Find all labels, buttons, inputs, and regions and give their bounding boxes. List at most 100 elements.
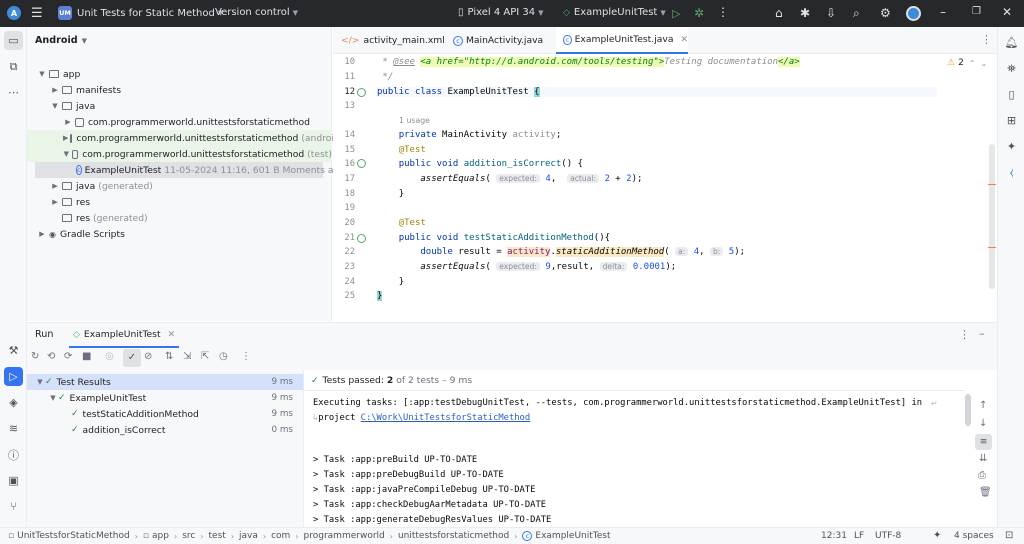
project-path-link[interactable]: C:\Work\UnitTestsforStaticMethod: [361, 413, 530, 423]
project-tool-icon[interactable]: ▭: [4, 31, 23, 50]
line-separator[interactable]: LF: [854, 531, 864, 541]
tree-item[interactable]: ▶ manifests: [27, 82, 332, 98]
tree-item[interactable]: ▼ com.programmerworld.unittestsforstaticm…: [27, 146, 332, 162]
tree-item[interactable]: ▶ com.programmerworld.unittestsforstaticm…: [27, 114, 332, 130]
more-icon[interactable]: ⋮: [241, 351, 251, 362]
debug-icon[interactable]: ✲: [694, 6, 704, 20]
inspection-widget[interactable]: ⚠ 2 ⌃ ⌄: [947, 58, 987, 68]
device-selector[interactable]: ▯ Pixel 4 API 34 ▼: [458, 7, 543, 18]
device-manager-icon[interactable]: ▯: [1002, 85, 1021, 104]
usage-hint[interactable]: 1 usage: [399, 116, 430, 125]
app-quality-icon[interactable]: ◈: [4, 393, 23, 412]
version-control-icon[interactable]: ⑂: [4, 497, 23, 516]
project-view-selector[interactable]: Android ▼: [35, 35, 87, 46]
sdk-manager-icon[interactable]: ⇩: [826, 6, 836, 20]
tree-item[interactable]: c ExampleUnitTest 11-05-2024 11:16, 601 B …: [35, 162, 345, 178]
problems-icon[interactable]: ⓘ: [4, 445, 23, 464]
breadcrumb-item[interactable]: src: [182, 531, 195, 541]
chevron-right-icon[interactable]: ▶: [50, 198, 60, 206]
notifications-icon[interactable]: 🔔︎: [1002, 33, 1021, 52]
history-icon[interactable]: ◷: [219, 351, 228, 362]
tab-activity-main-xml[interactable]: </> activity_main.xml: [341, 27, 445, 54]
run-test-gutter-icon[interactable]: [357, 234, 366, 243]
tree-item[interactable]: ▶ java (generated): [27, 178, 332, 194]
toggle-autotest-icon[interactable]: ⟳: [64, 351, 72, 362]
test-result-row[interactable]: ▼ ✓ ExampleUnitTest 9 ms: [27, 390, 303, 406]
breadcrumb-item[interactable]: unittestsforstaticmethod: [398, 531, 509, 541]
chevron-right-icon[interactable]: ▶: [50, 182, 60, 190]
run-tool-icon[interactable]: ▷: [4, 367, 23, 386]
chevron-up-icon[interactable]: ⌃: [969, 59, 976, 68]
gradle-sync-icon[interactable]: ⌂: [775, 6, 783, 20]
breadcrumb-item[interactable]: java: [239, 531, 258, 541]
close-tab-icon[interactable]: ✕: [168, 330, 176, 340]
project-selector[interactable]: UM Unit Tests for Static Method ▼: [58, 6, 223, 20]
run-config-selector[interactable]: ◇ ExampleUnitTest ▼: [563, 7, 666, 18]
test-result-row[interactable]: ✓ addition_isCorrect 0 ms: [27, 422, 303, 438]
caret-position[interactable]: 12:31: [821, 531, 847, 541]
run-config-tab[interactable]: ◇ ExampleUnitTest ✕: [69, 323, 180, 348]
close-tab-icon[interactable]: ✕: [680, 35, 688, 45]
clear-all-icon[interactable]: 🗑︎: [979, 487, 992, 498]
breadcrumb-item[interactable]: programmerworld: [304, 531, 385, 541]
resource-manager-icon[interactable]: ⧉: [4, 57, 23, 76]
stop-icon[interactable]: ■: [82, 351, 91, 362]
chevron-right-icon[interactable]: ▶: [63, 118, 73, 126]
gemini-status-icon[interactable]: ✦: [933, 530, 941, 541]
maximize-icon[interactable]: ❐: [972, 6, 981, 17]
device-explorer-icon[interactable]: ⊞: [1002, 111, 1021, 130]
breadcrumb-item[interactable]: ExampleUnitTest: [535, 531, 610, 541]
tree-item[interactable]: ▼ java: [27, 98, 332, 114]
soft-wrap-toggle-icon[interactable]: ≡: [975, 434, 992, 450]
tree-item[interactable]: ▶ ◉ Gradle Scripts: [27, 226, 332, 242]
flutter-icon[interactable]: ⧼: [1002, 163, 1021, 182]
chevron-down-icon[interactable]: ▼: [48, 394, 58, 402]
tab-exampleunittest-java[interactable]: c ExampleUnitTest.java ✕: [556, 27, 688, 54]
scroll-up-icon[interactable]: ↑: [979, 400, 987, 411]
scroll-to-end-icon[interactable]: ⇊: [979, 453, 987, 464]
bug-report-icon[interactable]: ✱: [800, 6, 810, 20]
export-icon[interactable]: ⇱: [201, 351, 209, 362]
run-tab[interactable]: Run: [35, 329, 53, 340]
breadcrumb-item[interactable]: UnitTestsforStaticMethod: [17, 531, 130, 541]
rerun-failed-icon[interactable]: ⟲: [47, 351, 55, 362]
show-passed-icon[interactable]: ✓: [123, 349, 141, 367]
close-icon[interactable]: ✕: [1002, 5, 1012, 19]
logcat-icon[interactable]: ≋: [4, 419, 23, 438]
account-icon[interactable]: [906, 6, 921, 21]
code-editor[interactable]: 10 11 12 13 14 15 16 17 18 19 20 21 22 23 24 25 ⚠ 2 ⌃ ⌄…: [333, 54, 997, 321]
android-studio-logo-icon[interactable]: A: [7, 6, 21, 20]
import-tests-icon[interactable]: ⇲: [183, 351, 191, 362]
breadcrumb-item[interactable]: com: [271, 531, 290, 541]
scroll-down-icon[interactable]: ↓: [979, 418, 987, 429]
chevron-right-icon[interactable]: ▶: [50, 86, 60, 94]
show-ignored-icon[interactable]: ◎: [105, 351, 114, 362]
lock-icon[interactable]: ⊡: [1005, 530, 1013, 541]
run-test-gutter-icon[interactable]: [357, 159, 366, 168]
more-tabs-icon[interactable]: ⋮: [981, 33, 992, 46]
file-encoding[interactable]: UTF-8: [875, 531, 901, 541]
more-tools-icon[interactable]: ⋯: [4, 83, 23, 102]
tree-item[interactable]: res (generated): [27, 210, 332, 226]
chevron-down-icon[interactable]: ▼: [50, 102, 60, 110]
print-icon[interactable]: ⎙: [978, 470, 986, 481]
terminal-icon[interactable]: ▣: [4, 471, 23, 490]
rerun-icon[interactable]: ↻: [31, 351, 39, 362]
minimize-panel-icon[interactable]: –: [979, 327, 985, 340]
chevron-down-icon[interactable]: ⌄: [981, 59, 988, 68]
test-result-row[interactable]: ▼ ✓ Test Results 9 ms: [27, 374, 303, 390]
build-tool-icon[interactable]: ⚒: [4, 341, 23, 360]
gemini-icon[interactable]: ✦: [1002, 137, 1021, 156]
chevron-down-icon[interactable]: ▼: [37, 70, 47, 78]
chevron-down-icon[interactable]: ▼: [63, 150, 70, 158]
test-result-row[interactable]: ✓ testStaticAdditionMethod 9 ms: [27, 406, 303, 422]
minimize-icon[interactable]: –: [940, 5, 946, 19]
hamburger-menu-icon[interactable]: ☰: [31, 6, 43, 21]
search-icon[interactable]: ⌕: [853, 6, 860, 21]
run-test-gutter-icon[interactable]: [357, 88, 366, 97]
breadcrumb-item[interactable]: test: [209, 531, 226, 541]
indent-setting[interactable]: 4 spaces: [954, 531, 994, 541]
gradle-tool-icon[interactable]: ⛯: [1002, 59, 1021, 78]
tree-item[interactable]: ▶ res: [27, 194, 332, 210]
chevron-down-icon[interactable]: ▼: [35, 378, 45, 386]
